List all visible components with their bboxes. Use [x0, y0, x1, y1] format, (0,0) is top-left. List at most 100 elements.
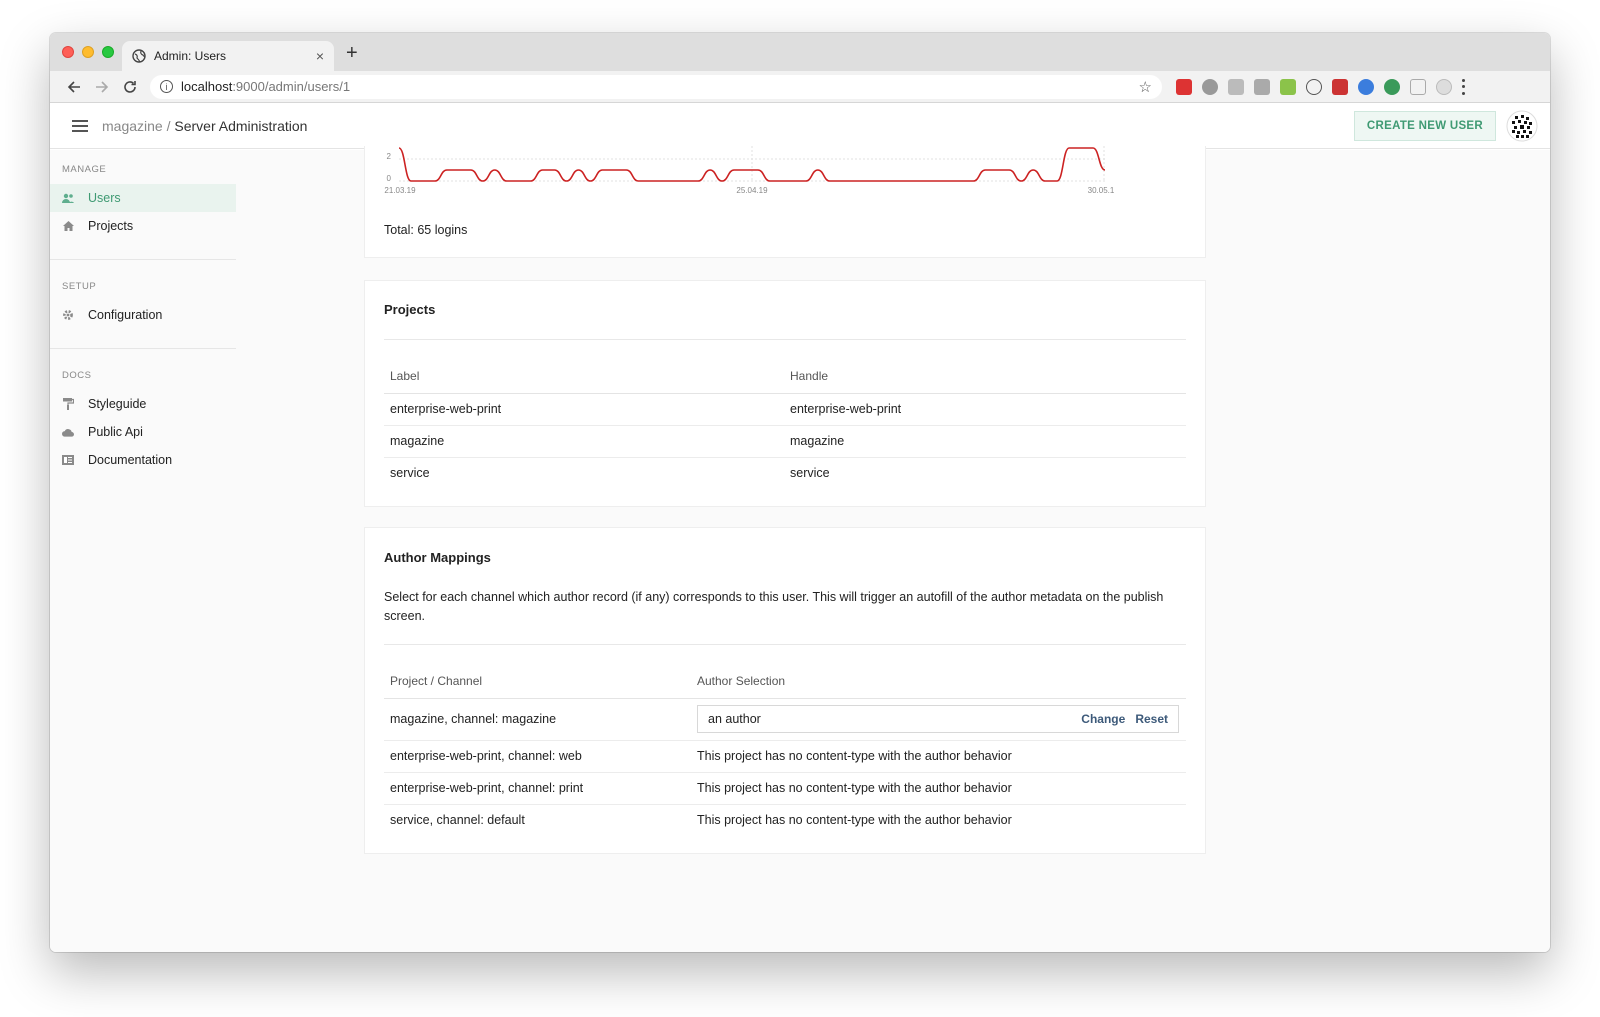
- project-label: service: [390, 466, 430, 481]
- extension-blue-icon[interactable]: [1358, 78, 1374, 95]
- create-new-user-button[interactable]: CREATE NEW USER: [1353, 110, 1496, 141]
- browser-toolbar: i localhost :9000/admin/users/1 ☆: [50, 71, 1550, 103]
- forward-icon[interactable]: [88, 73, 116, 101]
- sidebar-item-documentation[interactable]: Documentation: [50, 446, 236, 474]
- sidebar-item-users[interactable]: Users: [50, 184, 236, 212]
- new-tab-button[interactable]: +: [346, 43, 358, 63]
- address-bar[interactable]: i localhost :9000/admin/users/1 ☆: [150, 74, 1162, 99]
- sidebar-item-styleguide[interactable]: Styleguide: [50, 390, 236, 418]
- globe-icon: [132, 49, 146, 63]
- y-tick-label: 2: [387, 152, 392, 161]
- extension-chat-icon[interactable]: [1228, 78, 1244, 95]
- project-handle: service: [790, 466, 830, 481]
- column-header-handle: Handle: [784, 359, 1186, 394]
- sidebar-item-configuration[interactable]: Configuration: [50, 301, 236, 329]
- menu-dots-icon[interactable]: [1462, 78, 1466, 95]
- sidebar-item-label: Styleguide: [88, 397, 147, 411]
- paint-roller-icon: [62, 398, 74, 410]
- url-host: localhost: [181, 79, 233, 94]
- author-mappings-card: Author Mappings Select for each channel …: [364, 527, 1206, 854]
- extension-pulse-icon[interactable]: [1280, 78, 1296, 95]
- browser-tab[interactable]: Admin: Users ×: [122, 41, 334, 71]
- avatar[interactable]: [1506, 109, 1538, 142]
- author-select-field[interactable]: an author Change Reset: [697, 705, 1179, 733]
- x-tick-label: 21.03.19: [384, 186, 416, 195]
- author-note: This project has no content-type with th…: [691, 740, 1186, 773]
- url-path: :9000/admin/users/1: [232, 79, 351, 94]
- project-label: magazine: [384, 425, 784, 458]
- app-body: MANAGE Users Projects SETUP Configuratio…: [50, 146, 1550, 952]
- card-divider: [384, 644, 1186, 645]
- reload-icon[interactable]: [116, 73, 144, 101]
- reset-button[interactable]: Reset: [1135, 712, 1168, 726]
- table-row: service, channel: default This project h…: [384, 804, 1186, 836]
- tab-close-icon[interactable]: ×: [316, 48, 324, 64]
- table-row: magazine, channel: magazine an author Ch…: [384, 698, 1186, 741]
- close-window-button[interactable]: [62, 46, 74, 58]
- column-header-author: Author Selection: [691, 664, 1186, 699]
- table-row[interactable]: enterprise-web-print enterprise-web-prin…: [384, 393, 1186, 426]
- bookmark-star-icon[interactable]: ☆: [1139, 78, 1152, 96]
- maximize-window-button[interactable]: [102, 46, 114, 58]
- sidebar-item-label: Documentation: [88, 453, 173, 467]
- profile-icon[interactable]: [1436, 78, 1452, 95]
- sidebar-item-label: Configuration: [88, 308, 163, 322]
- author-select-value: an author: [708, 712, 761, 726]
- table-row: enterprise-web-print, channel: print Thi…: [384, 772, 1186, 805]
- breadcrumb-project[interactable]: magazine: [102, 118, 163, 134]
- extension-grid-icon[interactable]: [1410, 78, 1426, 95]
- extension-red-icon[interactable]: [1176, 78, 1192, 95]
- minimize-window-button[interactable]: [82, 46, 94, 58]
- projects-table: Label Handle enterprise-web-print enterp…: [384, 359, 1186, 489]
- sidebar-item-public-api[interactable]: Public Api: [50, 418, 236, 446]
- extension-camera-icon[interactable]: [1254, 78, 1270, 95]
- nav-group-docs-title: DOCS: [62, 370, 92, 381]
- extension-circle-icon[interactable]: [1306, 78, 1322, 95]
- author-note: This project has no content-type with th…: [697, 813, 1012, 828]
- card-divider: [384, 339, 1186, 340]
- login-chart-card: 2 0 21.03.19 25.04.19 30.05.1 Total: 65 …: [364, 146, 1206, 258]
- sidebar-item-projects[interactable]: Projects: [50, 212, 236, 240]
- author-mappings-title: Author Mappings: [384, 550, 491, 565]
- projects-card: Projects Label Handle enterprise-web-pri…: [364, 280, 1206, 507]
- extension-cloud-icon[interactable]: [1202, 78, 1218, 95]
- channel-name: enterprise-web-print, channel: web: [384, 740, 691, 773]
- info-icon[interactable]: i: [160, 80, 173, 93]
- window-controls: [62, 46, 114, 58]
- channel-name: enterprise-web-print, channel: print: [384, 772, 691, 805]
- column-header-label: Label: [384, 359, 784, 394]
- x-tick-label: 25.04.19: [736, 186, 768, 195]
- back-icon[interactable]: [60, 73, 88, 101]
- book-icon: [62, 454, 74, 466]
- hamburger-menu-icon[interactable]: [72, 119, 88, 132]
- browser-window: Admin: Users × + i localhost :9000/admin…: [50, 33, 1550, 952]
- author-mappings-table: Project / Channel Author Selection magaz…: [384, 664, 1186, 836]
- breadcrumb-current: Server Administration: [174, 117, 308, 134]
- nav-group-manage-title: MANAGE: [62, 164, 107, 175]
- table-row[interactable]: service service: [384, 457, 1186, 489]
- tab-bar: Admin: Users × +: [50, 33, 1550, 71]
- sidebar-item-label: Projects: [88, 219, 134, 233]
- table-row: enterprise-web-print, channel: web This …: [384, 740, 1186, 773]
- extension-a-icon[interactable]: [1332, 78, 1348, 95]
- change-button[interactable]: Change: [1081, 712, 1125, 726]
- gear-icon: [62, 309, 74, 321]
- login-total: Total: 65 logins: [384, 223, 468, 237]
- breadcrumb-separator: /: [162, 117, 175, 134]
- project-handle: enterprise-web-print: [784, 393, 1186, 426]
- author-note: This project has no content-type with th…: [691, 772, 1186, 805]
- extension-green-icon[interactable]: [1384, 78, 1400, 95]
- home-icon: [62, 220, 74, 232]
- y-tick-label: 0: [387, 174, 392, 183]
- table-row[interactable]: magazine magazine: [384, 425, 1186, 458]
- channel-name: magazine, channel: magazine: [384, 698, 691, 741]
- nav-group-setup-title: SETUP: [62, 281, 97, 292]
- sidebar-item-label: Users: [88, 191, 121, 205]
- x-tick-label: 30.05.1: [1088, 186, 1115, 195]
- channel-name: service, channel: default: [390, 813, 525, 828]
- cloud-icon: [62, 426, 74, 438]
- login-series-line: [398, 147, 1106, 182]
- column-header-channel: Project / Channel: [384, 664, 691, 699]
- users-icon: [62, 192, 74, 204]
- login-chart: 2 0 21.03.19 25.04.19 30.05.1: [384, 146, 1115, 195]
